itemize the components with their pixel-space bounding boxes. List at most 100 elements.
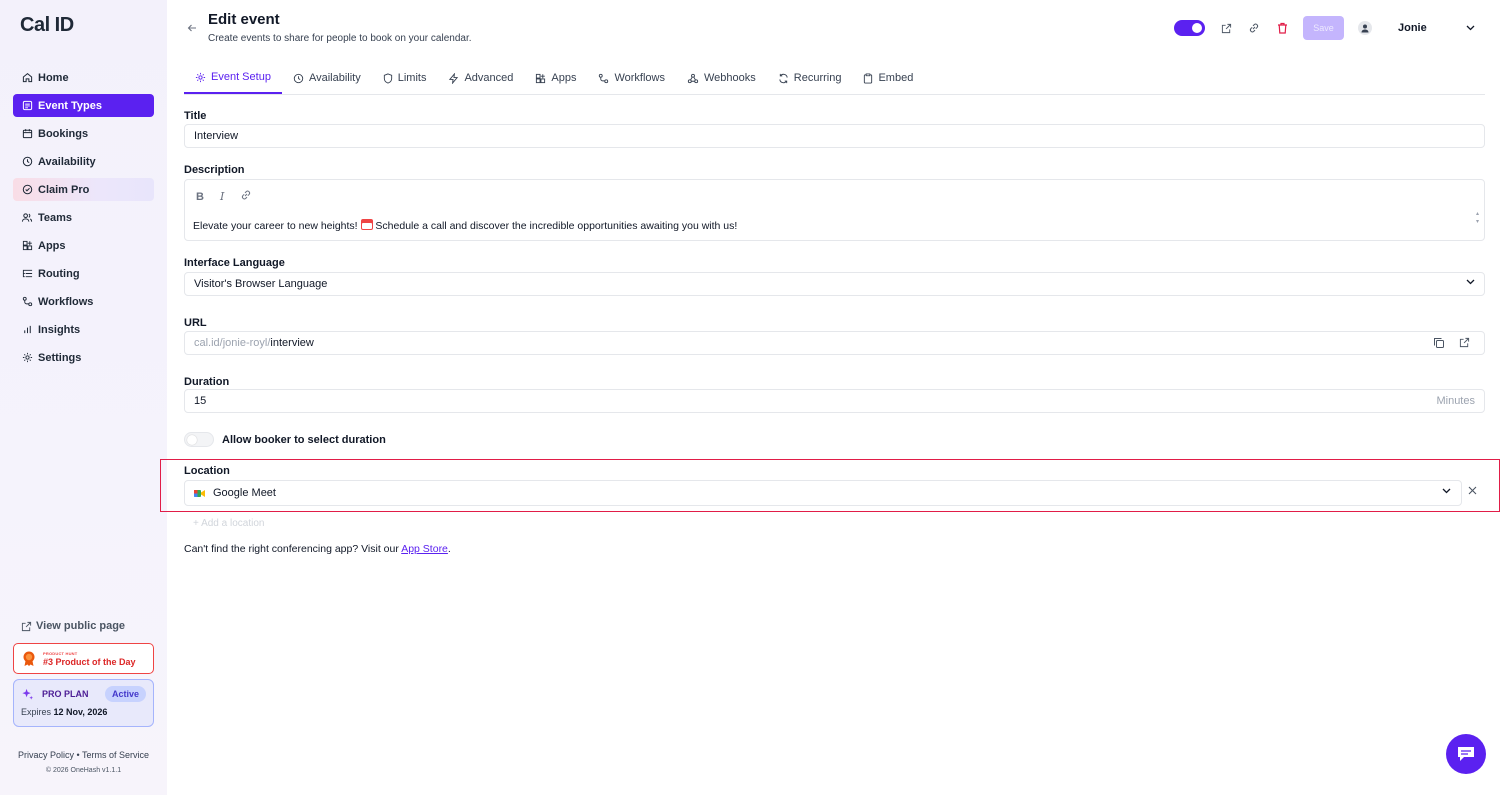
tab-label: Workflows <box>614 72 665 84</box>
sidebar-item-claim-pro[interactable]: Claim Pro <box>13 178 154 201</box>
sidebar-item-label: Event Types <box>38 99 102 112</box>
url-input[interactable]: cal.id/jonie-royl/interview <box>184 331 1485 355</box>
sidebar-item-label: Teams <box>38 211 73 224</box>
external-link-icon[interactable] <box>1219 21 1233 35</box>
tab-advanced[interactable]: Advanced <box>437 62 524 94</box>
sidebar-item-home[interactable]: Home <box>13 66 154 89</box>
add-location-button[interactable]: + Add a location <box>193 518 264 529</box>
description-text[interactable]: Elevate your career to new heights! Sche… <box>193 219 737 232</box>
pro-plan-expiry: Expires 12 Nov, 2026 <box>21 707 146 717</box>
event-tabs: Event Setup Availability Limits Advanced… <box>184 62 1485 95</box>
footer-copyright: © 2026 OneHash v1.1.1 <box>45 767 122 774</box>
calendar-icon <box>21 128 33 140</box>
tab-workflows[interactable]: Workflows <box>587 62 676 94</box>
view-public-page-link[interactable]: View public page <box>21 620 125 632</box>
user-name[interactable]: Jonie <box>1398 22 1427 34</box>
gear-icon <box>21 352 33 364</box>
sidebar-item-label: Insights <box>38 323 81 336</box>
app-store-link[interactable]: App Store <box>401 543 448 555</box>
product-hunt-small: PRODUCT HUNT <box>43 650 78 656</box>
sidebar-item-settings[interactable]: Settings <box>13 346 154 369</box>
users-icon <box>21 212 33 224</box>
chevron-down-icon[interactable] <box>1466 25 1475 31</box>
editor-toolbar: B I <box>196 189 268 204</box>
calendar-emoji-icon <box>360 219 373 230</box>
tab-label: Availability <box>308 72 361 84</box>
trash-icon[interactable] <box>1275 21 1289 35</box>
url-slug[interactable]: interview <box>270 337 313 349</box>
url-prefix: cal.id/jonie-royl/ <box>194 337 271 349</box>
language-label: Interface Language <box>184 257 285 269</box>
language-select[interactable]: Visitor's Browser Language <box>184 272 1485 296</box>
duration-input[interactable]: 15 Minutes <box>184 389 1485 413</box>
sidebar-item-bookings[interactable]: Bookings <box>13 122 154 145</box>
allow-duration-toggle[interactable] <box>184 432 214 447</box>
list-tree-icon <box>21 268 33 280</box>
sidebar-item-label: Availability <box>38 155 96 168</box>
chat-icon <box>1458 747 1474 761</box>
location-select[interactable]: Google Meet <box>184 480 1462 506</box>
description-part: Elevate your career to new heights! <box>193 220 361 232</box>
gear-icon <box>195 72 206 83</box>
sidebar-item-label: Settings <box>38 351 82 364</box>
google-meet-icon <box>194 489 205 497</box>
header-actions: Save Jonie <box>1174 16 1475 40</box>
back-arrow-icon[interactable] <box>187 22 197 36</box>
expiry-label: Expires <box>21 707 52 717</box>
lightning-icon <box>448 72 459 84</box>
link-icon[interactable] <box>1247 21 1261 35</box>
tab-apps[interactable]: Apps <box>524 62 587 94</box>
shield-icon <box>383 72 393 84</box>
location-label: Location <box>184 465 230 477</box>
italic-icon[interactable]: I <box>220 190 224 203</box>
sidebar-item-availability[interactable]: Availability <box>13 150 154 173</box>
sidebar-item-teams[interactable]: Teams <box>13 206 154 229</box>
description-editor[interactable]: B I Elevate your career to new heights! … <box>184 179 1485 241</box>
tab-recurring[interactable]: Recurring <box>767 62 853 94</box>
pro-plan-title: PRO PLAN <box>42 689 89 699</box>
product-hunt-badge[interactable]: PRODUCT HUNT #3 Product of the Day <box>13 643 154 674</box>
page-subtitle: Create events to share for people to boo… <box>208 33 472 44</box>
tab-embed[interactable]: Embed <box>852 62 924 94</box>
tab-availability[interactable]: Availability <box>282 62 372 94</box>
clipboard-icon <box>863 73 873 84</box>
view-public-label: View public page <box>36 620 126 632</box>
footer-links[interactable]: Privacy Policy • Terms of Service <box>0 750 167 760</box>
duration-value: 15 <box>194 395 207 407</box>
tab-webhooks[interactable]: Webhooks <box>676 62 767 94</box>
sidebar-item-workflows[interactable]: Workflows <box>13 290 154 313</box>
tab-label: Webhooks <box>704 72 756 84</box>
medal-icon <box>23 651 35 666</box>
event-visibility-toggle[interactable] <box>1174 20 1205 36</box>
tab-label: Apps <box>551 72 577 84</box>
pro-plan-card[interactable]: PRO PLAN Active Expires 12 Nov, 2026 <box>13 679 154 727</box>
chat-support-button[interactable] <box>1446 734 1486 774</box>
app-store-hint: Can't find the right conferencing app? V… <box>184 543 451 555</box>
sidebar-item-label: Bookings <box>38 127 89 140</box>
link-icon[interactable] <box>240 189 252 204</box>
clock-icon <box>293 73 304 84</box>
save-button[interactable]: Save <box>1303 16 1344 40</box>
sidebar-item-insights[interactable]: Insights <box>13 318 154 341</box>
avatar[interactable] <box>1358 21 1372 35</box>
duration-unit: Minutes <box>1436 395 1475 407</box>
sidebar-item-routing[interactable]: Routing <box>13 262 154 285</box>
bold-icon[interactable]: B <box>196 191 204 203</box>
copy-icon[interactable] <box>1433 337 1445 349</box>
url-label: URL <box>184 317 207 329</box>
sidebar-item-apps[interactable]: Apps <box>13 234 154 257</box>
tab-label: Recurring <box>793 72 842 84</box>
resize-handle-icon[interactable]: ▴ ▾ <box>1476 210 1481 226</box>
logo[interactable]: Cal ID <box>20 14 74 37</box>
location-value: Google Meet <box>213 487 276 499</box>
hint-end: . <box>447 543 451 555</box>
title-input[interactable]: Interview <box>184 124 1485 148</box>
close-icon[interactable] <box>1468 486 1477 495</box>
tab-event-setup[interactable]: Event Setup <box>184 62 282 94</box>
language-value: Visitor's Browser Language <box>194 278 328 290</box>
sidebar-item-event-types[interactable]: Event Types <box>13 94 154 117</box>
external-link-icon[interactable] <box>1459 337 1470 349</box>
clock-icon <box>21 156 33 168</box>
event-types-icon <box>21 100 33 112</box>
tab-limits[interactable]: Limits <box>372 62 438 94</box>
